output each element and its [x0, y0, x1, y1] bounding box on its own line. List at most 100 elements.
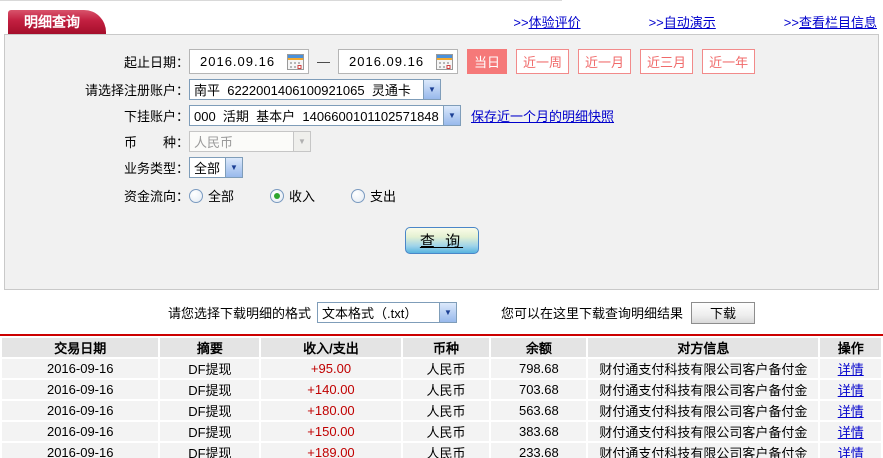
cell-currency: 人民币 — [402, 422, 490, 441]
download-button[interactable]: 下载 — [691, 301, 756, 324]
cell-balance: 233.68 — [491, 443, 587, 458]
range-button-last-3-months[interactable]: 近三月 — [640, 49, 694, 74]
detail-link[interactable]: 详情 — [838, 446, 864, 458]
radio-expense[interactable]: 支出 — [351, 186, 396, 205]
download-hint: 您可以在这里下载查询明细结果 — [501, 306, 684, 321]
cell-amount: +189.00 — [261, 443, 401, 458]
col-header-date: 交易日期 — [2, 338, 159, 357]
cell-action: 详情 — [820, 380, 881, 399]
download-format-label: 请您选择下载明细的格式 — [168, 306, 312, 321]
cell-summary: DF提现 — [160, 359, 260, 378]
currency-select: 人民币 ▼ — [189, 131, 311, 152]
link-auto-demo[interactable]: >>自动演示 — [649, 12, 716, 31]
registered-account-value: 南平 6222001406100921065 灵通卡 — [194, 83, 411, 98]
currency-row: 币 种： 人民币 ▼ — [5, 131, 878, 152]
cell-counterparty: 财付通支付科技有限公司客户备付金 — [588, 380, 819, 399]
biz-type-value: 全部 — [194, 161, 221, 176]
flow-direction-row: 资金流向： 全部 收入 支出 — [5, 186, 878, 205]
cell-balance: 383.68 — [491, 422, 587, 441]
chevron-down-icon: ▼ — [439, 303, 457, 322]
header-links: >>体验评价 >>自动演示 >>查看栏目信息 — [513, 12, 877, 31]
tab-detail-query[interactable]: 明细查询 — [8, 10, 106, 34]
currency-value: 人民币 — [194, 135, 234, 150]
radio-icon — [189, 188, 203, 203]
cell-summary: DF提现 — [160, 422, 260, 441]
radio-icon — [351, 188, 366, 203]
link-experience-rating[interactable]: >>体验评价 — [513, 12, 580, 31]
cell-summary: DF提现 — [160, 443, 260, 458]
col-header-amount: 收入/支出 — [261, 338, 401, 357]
cell-date: 2016-09-16 — [2, 422, 159, 441]
link-label: 体验评价 — [528, 15, 581, 30]
cell-balance: 703.68 — [491, 380, 587, 399]
cell-date: 2016-09-16 — [2, 443, 159, 458]
radio-income[interactable]: 收入 — [270, 186, 315, 205]
cell-balance: 798.68 — [491, 359, 587, 378]
cell-counterparty: 财付通支付科技有限公司客户备付金 — [588, 359, 819, 378]
table-row: 2016-09-16 DF提现 +180.00 人民币 563.68 财付通支付… — [2, 401, 881, 420]
chevron-down-icon: ▼ — [225, 158, 242, 177]
date-range-label: 起止日期： — [123, 55, 189, 70]
table-row: 2016-09-16 DF提现 +150.00 人民币 383.68 财付通支付… — [2, 422, 881, 441]
date-separator: — — [317, 54, 330, 69]
download-row: 请您选择下载明细的格式 文本格式（.txt） ▼ 您可以在这里下载查询明细结果 … — [168, 301, 883, 324]
link-prefix: >> — [783, 15, 799, 30]
query-button-row: 查 询 — [5, 227, 878, 254]
sub-account-value: 000 活期 基本户 1406600101102571848 — [194, 109, 439, 124]
range-button-last-year[interactable]: 近一年 — [702, 49, 756, 74]
table-row: 2016-09-16 DF提现 +189.00 人民币 233.68 财付通支付… — [2, 443, 881, 458]
save-snapshot-link[interactable]: 保存近一个月的明细快照 — [471, 106, 614, 125]
detail-query-page: 明细查询 >>体验评价 >>自动演示 >>查看栏目信息 起止日期： 2016.0… — [0, 0, 883, 458]
cell-currency: 人民币 — [402, 380, 490, 399]
range-button-last-week[interactable]: 近一周 — [516, 49, 570, 74]
detail-link[interactable]: 详情 — [838, 383, 864, 398]
cell-balance: 563.68 — [491, 401, 587, 420]
cell-date: 2016-09-16 — [2, 401, 159, 420]
calendar-icon[interactable] — [436, 53, 453, 70]
sub-account-row: 下挂账户： 000 活期 基本户 1406600101102571848 ▼ 保… — [5, 105, 878, 126]
detail-link[interactable]: 详情 — [838, 425, 864, 440]
detail-link[interactable]: 详情 — [838, 362, 864, 377]
cell-counterparty: 财付通支付科技有限公司客户备付金 — [588, 443, 819, 458]
date-from-value: 2016.09.16 — [200, 54, 276, 69]
chevron-down-icon: ▼ — [423, 80, 440, 99]
cell-counterparty: 财付通支付科技有限公司客户备付金 — [588, 422, 819, 441]
cell-action: 详情 — [820, 359, 881, 378]
date-to-input[interactable]: 2016.09.16 — [338, 49, 458, 74]
link-prefix: >> — [648, 15, 664, 30]
table-row: 2016-09-16 DF提现 +95.00 人民币 798.68 财付通支付科… — [2, 359, 881, 378]
download-format-select[interactable]: 文本格式（.txt） ▼ — [317, 302, 458, 323]
col-header-action: 操作 — [820, 338, 881, 357]
radio-label: 全部 — [208, 189, 235, 204]
col-header-summary: 摘要 — [160, 338, 260, 357]
date-from-input[interactable]: 2016.09.16 — [189, 49, 309, 74]
sub-account-select[interactable]: 000 活期 基本户 1406600101102571848 ▼ — [189, 105, 461, 126]
currency-label: 币 种： — [123, 135, 189, 150]
transaction-table: 交易日期 摘要 收入/支出 币种 余额 对方信息 操作 2016-09-16 D… — [0, 336, 883, 458]
radio-label: 支出 — [370, 189, 397, 204]
cell-currency: 人民币 — [402, 359, 490, 378]
cell-currency: 人民币 — [402, 401, 490, 420]
cell-currency: 人民币 — [402, 443, 490, 458]
tab-row: 明细查询 >>体验评价 >>自动演示 >>查看栏目信息 — [0, 0, 883, 34]
link-prefix: >> — [513, 15, 529, 30]
table-header-row: 交易日期 摘要 收入/支出 币种 余额 对方信息 操作 — [2, 338, 881, 357]
chevron-down-icon: ▼ — [443, 106, 460, 125]
range-button-today[interactable]: 当日 — [467, 49, 508, 74]
biz-type-select[interactable]: 全部 ▼ — [189, 157, 243, 178]
query-button[interactable]: 查 询 — [404, 227, 479, 254]
table-row: 2016-09-16 DF提现 +140.00 人民币 703.68 财付通支付… — [2, 380, 881, 399]
cell-amount: +180.00 — [261, 401, 401, 420]
radio-all[interactable]: 全部 — [189, 186, 234, 205]
cell-amount: +140.00 — [261, 380, 401, 399]
range-button-last-month[interactable]: 近一月 — [578, 49, 632, 74]
biz-type-label: 业务类型： — [123, 161, 189, 176]
registered-account-select[interactable]: 南平 6222001406100921065 灵通卡 ▼ — [189, 79, 441, 100]
calendar-icon[interactable] — [287, 53, 304, 70]
radio-label: 收入 — [289, 189, 316, 204]
cell-amount: +150.00 — [261, 422, 401, 441]
flow-radio-group: 全部 收入 支出 — [189, 186, 432, 205]
cell-summary: DF提现 — [160, 380, 260, 399]
detail-link[interactable]: 详情 — [838, 404, 864, 419]
link-view-column-info[interactable]: >>查看栏目信息 — [784, 12, 877, 31]
